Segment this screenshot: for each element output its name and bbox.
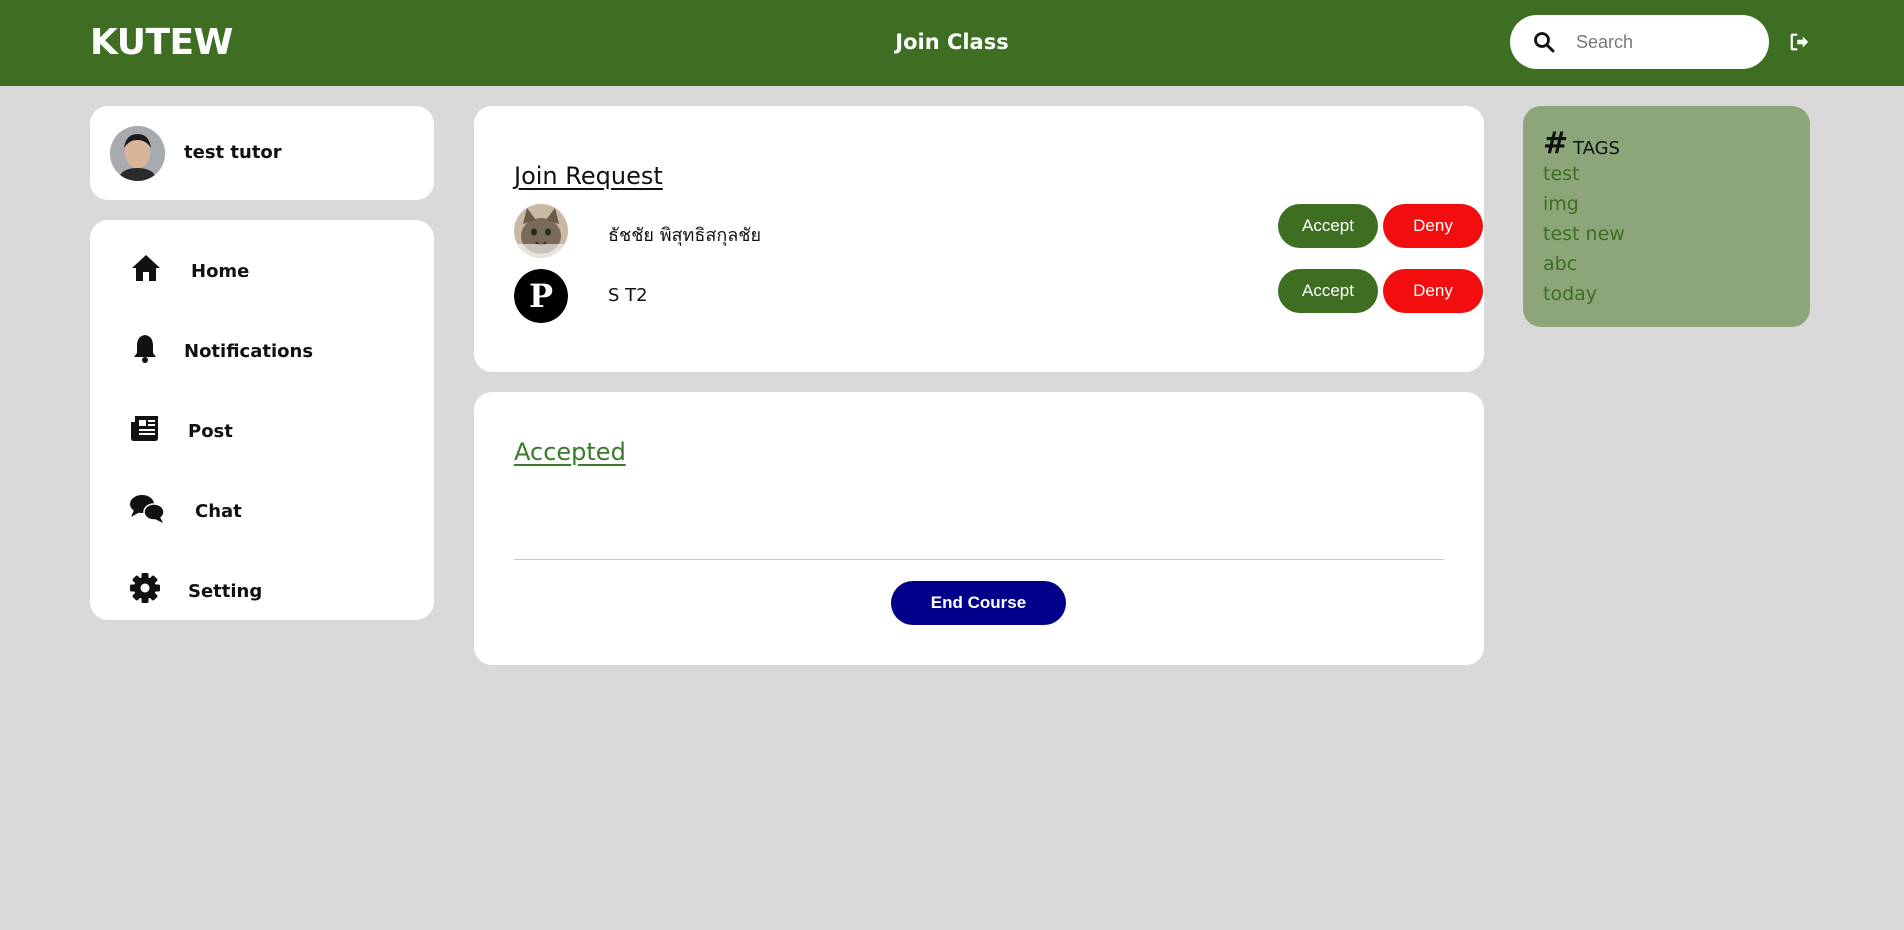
profile-name: test tutor <box>184 142 282 163</box>
sidebar-item-label: Chat <box>195 501 242 522</box>
sidebar-item-notifications[interactable]: Notifications <box>90 321 434 381</box>
deny-button[interactable]: Deny <box>1383 204 1483 248</box>
chat-icon <box>130 495 165 523</box>
gear-icon <box>130 573 160 603</box>
accepted-card: Accepted End Course <box>474 392 1484 665</box>
profile-card[interactable]: test tutor <box>90 106 434 200</box>
search-icon <box>1534 32 1555 53</box>
svg-text:P: P <box>529 277 553 315</box>
tag-link[interactable]: img <box>1543 193 1579 215</box>
tags-title: TAGS <box>1573 138 1620 159</box>
deny-button[interactable]: Deny <box>1383 269 1483 313</box>
end-course-button[interactable]: End Course <box>891 581 1066 625</box>
sidebar-item-setting[interactable]: Setting <box>90 561 434 621</box>
search-input[interactable] <box>1566 15 1756 69</box>
bell-icon <box>134 335 156 363</box>
top-bar: KUTEW Join Class <box>0 0 1904 86</box>
accept-button[interactable]: Accept <box>1278 204 1378 248</box>
avatar: P <box>514 269 568 323</box>
divider <box>514 559 1444 560</box>
sidebar-item-post[interactable]: Post <box>90 401 434 461</box>
join-request-card: Join Request ธัชชัย พิสุทธิสกุลชัย Accep… <box>474 106 1484 372</box>
avatar <box>514 204 568 258</box>
accept-button[interactable]: Accept <box>1278 269 1378 313</box>
tags-panel: # TAGS test img test new abc today <box>1523 106 1810 327</box>
hash-icon: # <box>1543 126 1569 161</box>
sidebar-item-label: Post <box>188 421 233 442</box>
tag-link[interactable]: test <box>1543 163 1580 185</box>
logout-icon[interactable] <box>1789 31 1811 53</box>
request-name: S T2 <box>608 285 648 306</box>
home-icon <box>132 255 160 281</box>
sidebar-item-label: Setting <box>188 581 263 602</box>
list-item: P S T2 Accept Deny <box>514 269 1483 325</box>
tag-link[interactable]: test new <box>1543 223 1625 245</box>
tag-link[interactable]: today <box>1543 283 1597 305</box>
sidebar-item-label: Home <box>191 261 250 282</box>
search-box[interactable] <box>1510 15 1769 69</box>
request-name: ธัชชัย พิสุทธิสกุลชัย <box>608 225 762 246</box>
newspaper-icon <box>131 416 158 441</box>
join-request-title: Join Request <box>514 162 663 190</box>
avatar <box>110 126 165 181</box>
accepted-title: Accepted <box>514 438 626 466</box>
sidebar-nav: Home Notifications Post Chat Setting <box>90 220 434 620</box>
sidebar-item-home[interactable]: Home <box>90 241 434 301</box>
sidebar-item-chat[interactable]: Chat <box>90 481 434 541</box>
list-item: ธัชชัย พิสุทธิสกุลชัย Accept Deny <box>514 204 1483 260</box>
sidebar-item-label: Notifications <box>184 341 314 362</box>
tag-link[interactable]: abc <box>1543 253 1577 275</box>
